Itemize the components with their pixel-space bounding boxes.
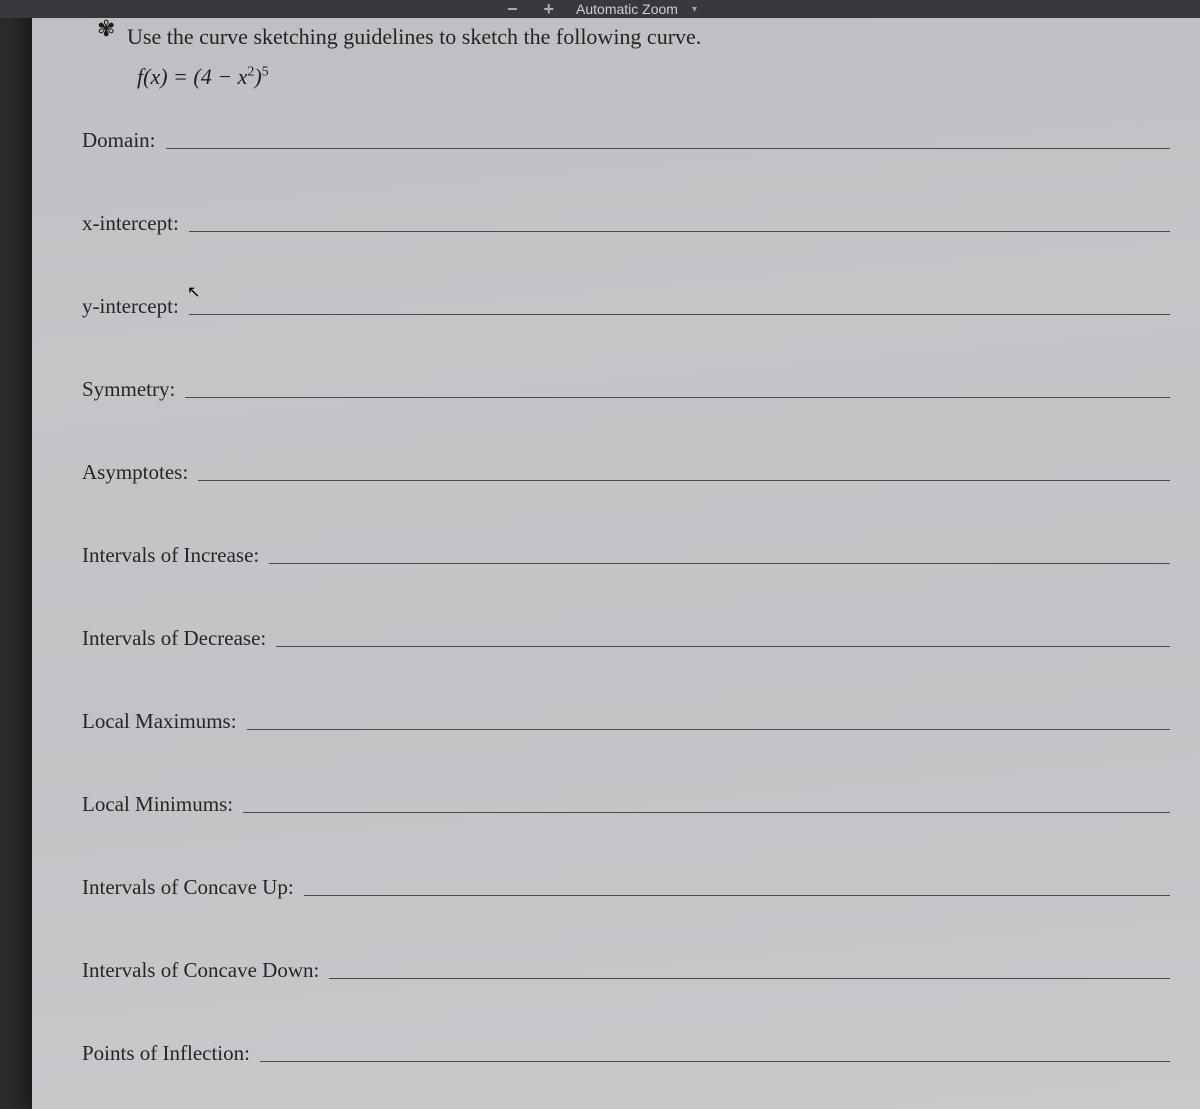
answer-blank-line[interactable]: [329, 978, 1170, 979]
answer-blank-line[interactable]: [269, 563, 1170, 564]
zoom-level-select[interactable]: Automatic Zoom ▾: [576, 1, 697, 17]
answer-blank-line[interactable]: [276, 646, 1170, 647]
pdf-toolbar: − + Automatic Zoom ▾: [0, 0, 1200, 18]
answer-blank-line[interactable]: [247, 729, 1170, 730]
field-label: Symmetry:: [82, 377, 175, 402]
field-label: Asymptotes:: [82, 460, 188, 485]
zoom-out-icon[interactable]: −: [503, 0, 522, 18]
field-concave-up: Intervals of Concave Up:: [82, 875, 1170, 900]
answer-blank-line[interactable]: [166, 148, 1171, 149]
answer-blank-line[interactable]: [260, 1061, 1170, 1062]
field-concave-down: Intervals of Concave Down:: [82, 958, 1170, 983]
field-intervals-increase: Intervals of Increase:: [82, 543, 1170, 568]
field-label: Intervals of Concave Down:: [82, 958, 319, 983]
function-formula: f(x) = (4 − x2)5: [137, 64, 1170, 90]
chevron-down-icon: ▾: [692, 4, 697, 15]
field-label: Intervals of Increase:: [82, 543, 259, 568]
field-label: Points of Inflection:: [82, 1041, 250, 1066]
field-label: Local Minimums:: [82, 792, 233, 817]
decorative-swirl-icon: ✾: [97, 16, 115, 42]
field-label: Intervals of Concave Up:: [82, 875, 294, 900]
problem-instruction: Use the curve sketching guidelines to sk…: [127, 20, 1170, 50]
answer-blank-line[interactable]: [243, 812, 1170, 813]
answer-fields: Domain: x-intercept: y-intercept: ↖ Symm…: [82, 128, 1170, 1066]
field-domain: Domain:: [82, 128, 1170, 153]
zoom-level-label: Automatic Zoom: [576, 1, 678, 17]
field-x-intercept: x-intercept:: [82, 211, 1170, 236]
answer-blank-line[interactable]: [189, 314, 1170, 315]
answer-blank-line[interactable]: [189, 231, 1170, 232]
field-label: y-intercept:: [82, 294, 179, 319]
answer-blank-line[interactable]: [185, 397, 1170, 398]
field-label: Domain:: [82, 128, 156, 153]
field-intervals-decrease: Intervals of Decrease:: [82, 626, 1170, 651]
problem-header: ✾ Use the curve sketching guidelines to …: [127, 20, 1170, 50]
document-page: ✾ Use the curve sketching guidelines to …: [32, 0, 1200, 1109]
cursor-arrow-icon: ↖: [187, 282, 200, 302]
field-points-inflection: Points of Inflection:: [82, 1041, 1170, 1066]
answer-blank-line[interactable]: [198, 480, 1170, 481]
zoom-in-icon[interactable]: +: [540, 0, 559, 18]
pdf-viewer-frame: − + Automatic Zoom ▾ ✾ Use the curve ske…: [0, 0, 1200, 1109]
field-y-intercept: y-intercept: ↖: [82, 294, 1170, 319]
field-symmetry: Symmetry:: [82, 377, 1170, 402]
field-label: Intervals of Decrease:: [82, 626, 266, 651]
field-local-minimums: Local Minimums:: [82, 792, 1170, 817]
field-local-maximums: Local Maximums:: [82, 709, 1170, 734]
field-asymptotes: Asymptotes:: [82, 460, 1170, 485]
field-label: x-intercept:: [82, 211, 179, 236]
field-label: Local Maximums:: [82, 709, 237, 734]
answer-blank-line[interactable]: [304, 895, 1170, 896]
